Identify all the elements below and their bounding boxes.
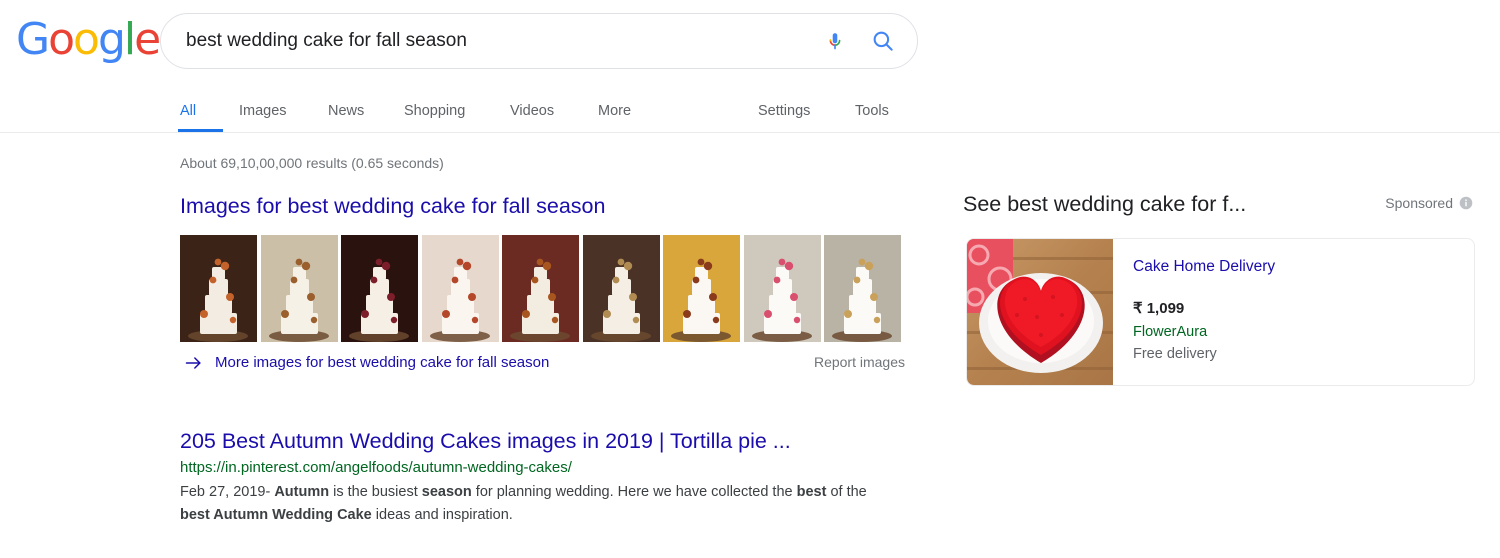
arrow-right-icon: [185, 357, 201, 369]
image-thumbnail[interactable]: [421, 235, 499, 342]
snippet-bold-term: best Autumn Wedding Cake: [180, 506, 372, 523]
tab-news[interactable]: News: [328, 92, 364, 130]
search-submit-button[interactable]: [857, 19, 909, 63]
tab-more[interactable]: More: [598, 92, 631, 130]
google-logo[interactable]: Google: [16, 14, 161, 65]
tools-button[interactable]: Tools: [855, 92, 889, 130]
images-pack: Images for best wedding cake for fall se…: [180, 193, 910, 375]
tab-videos[interactable]: Videos: [510, 92, 554, 130]
product-delivery: Free delivery: [1133, 346, 1217, 362]
image-thumbnail[interactable]: [341, 235, 418, 342]
settings-button[interactable]: Settings: [758, 92, 810, 130]
image-thumbnail[interactable]: [743, 235, 821, 342]
snippet-text: Feb 27, 2019-: [180, 484, 275, 500]
organic-result: 205 Best Autumn Wedding Cakes images in …: [180, 428, 910, 526]
sponsored-ads-panel: See best wedding cake for f... Sponsored: [963, 190, 1475, 386]
snippet-text: ideas and inspiration.: [371, 506, 513, 523]
image-thumbnail[interactable]: [180, 235, 257, 342]
product-image[interactable]: [967, 239, 1113, 385]
logo-letter-g2: g: [97, 14, 126, 65]
image-thumbnail[interactable]: [260, 235, 338, 342]
image-thumbnail[interactable]: [502, 235, 579, 342]
tab-all[interactable]: All: [180, 92, 196, 130]
snippet-text: of the: [826, 484, 867, 500]
more-images-row: More images for best wedding cake for fa…: [180, 353, 905, 375]
snippet-bold-term: Autumn: [274, 484, 330, 500]
sponsored-label: Sponsored: [1385, 195, 1453, 211]
product-price: ₹ 1,099: [1133, 300, 1185, 317]
image-thumbnail[interactable]: [824, 235, 901, 342]
image-thumbnail-strip: [180, 235, 905, 342]
image-thumbnail[interactable]: [663, 235, 740, 342]
search-nav-bar: All Images News Shopping Videos More Set…: [0, 92, 1500, 133]
result-stats: About 69,10,00,000 results (0.65 seconds…: [180, 155, 444, 171]
snippet-bold-term: best: [796, 484, 827, 500]
logo-letter-e: e: [134, 14, 161, 65]
microphone-icon: [829, 33, 841, 50]
result-title-link[interactable]: 205 Best Autumn Wedding Cakes images in …: [180, 428, 910, 455]
voice-search-button[interactable]: [813, 19, 857, 63]
image-thumbnail[interactable]: [582, 235, 660, 342]
snippet-text: is the busiest: [329, 484, 422, 500]
search-box[interactable]: [160, 13, 918, 69]
logo-letter-o1: o: [48, 14, 75, 65]
sponsored-product-card[interactable]: Cake Home Delivery ₹ 1,099 FlowerAura Fr…: [966, 238, 1475, 386]
product-merchant: FlowerAura: [1133, 324, 1208, 340]
magnifier-icon: [873, 31, 893, 51]
sponsored-panel-title: See best wedding cake for f...: [963, 192, 1247, 216]
google-search-results-page: Google All: [0, 0, 1500, 558]
logo-letter-o2: o: [73, 14, 100, 65]
search-input[interactable]: [161, 14, 813, 68]
tab-shopping[interactable]: Shopping: [404, 92, 465, 130]
page-header: Google All: [0, 0, 1500, 133]
logo-letter-l: l: [123, 14, 136, 65]
product-name-link[interactable]: Cake Home Delivery: [1133, 257, 1275, 277]
sponsored-tag[interactable]: Sponsored: [1385, 195, 1473, 211]
snippet-text: for planning wedding. Here we have colle…: [471, 484, 797, 500]
result-snippet: Feb 27, 2019- Autumn is the busiest seas…: [180, 481, 880, 526]
tab-images[interactable]: Images: [239, 92, 287, 130]
nav-inner: All Images News Shopping Videos More Set…: [0, 92, 1500, 132]
active-tab-underline: [178, 129, 223, 132]
info-circle-icon[interactable]: [1459, 196, 1473, 210]
logo-letter-g1: G: [16, 14, 50, 65]
result-url[interactable]: https://in.pinterest.com/angelfoods/autu…: [180, 458, 910, 477]
images-pack-title[interactable]: Images for best wedding cake for fall se…: [180, 193, 910, 219]
report-images-link[interactable]: Report images: [814, 354, 905, 370]
snippet-bold-term: season: [421, 484, 472, 500]
product-details: Cake Home Delivery ₹ 1,099 FlowerAura Fr…: [1113, 239, 1275, 385]
sponsored-header: See best wedding cake for f... Sponsored: [963, 190, 1475, 220]
more-images-link[interactable]: More images for best wedding cake for fa…: [215, 354, 549, 371]
heart-cake-photo: [967, 239, 1113, 385]
